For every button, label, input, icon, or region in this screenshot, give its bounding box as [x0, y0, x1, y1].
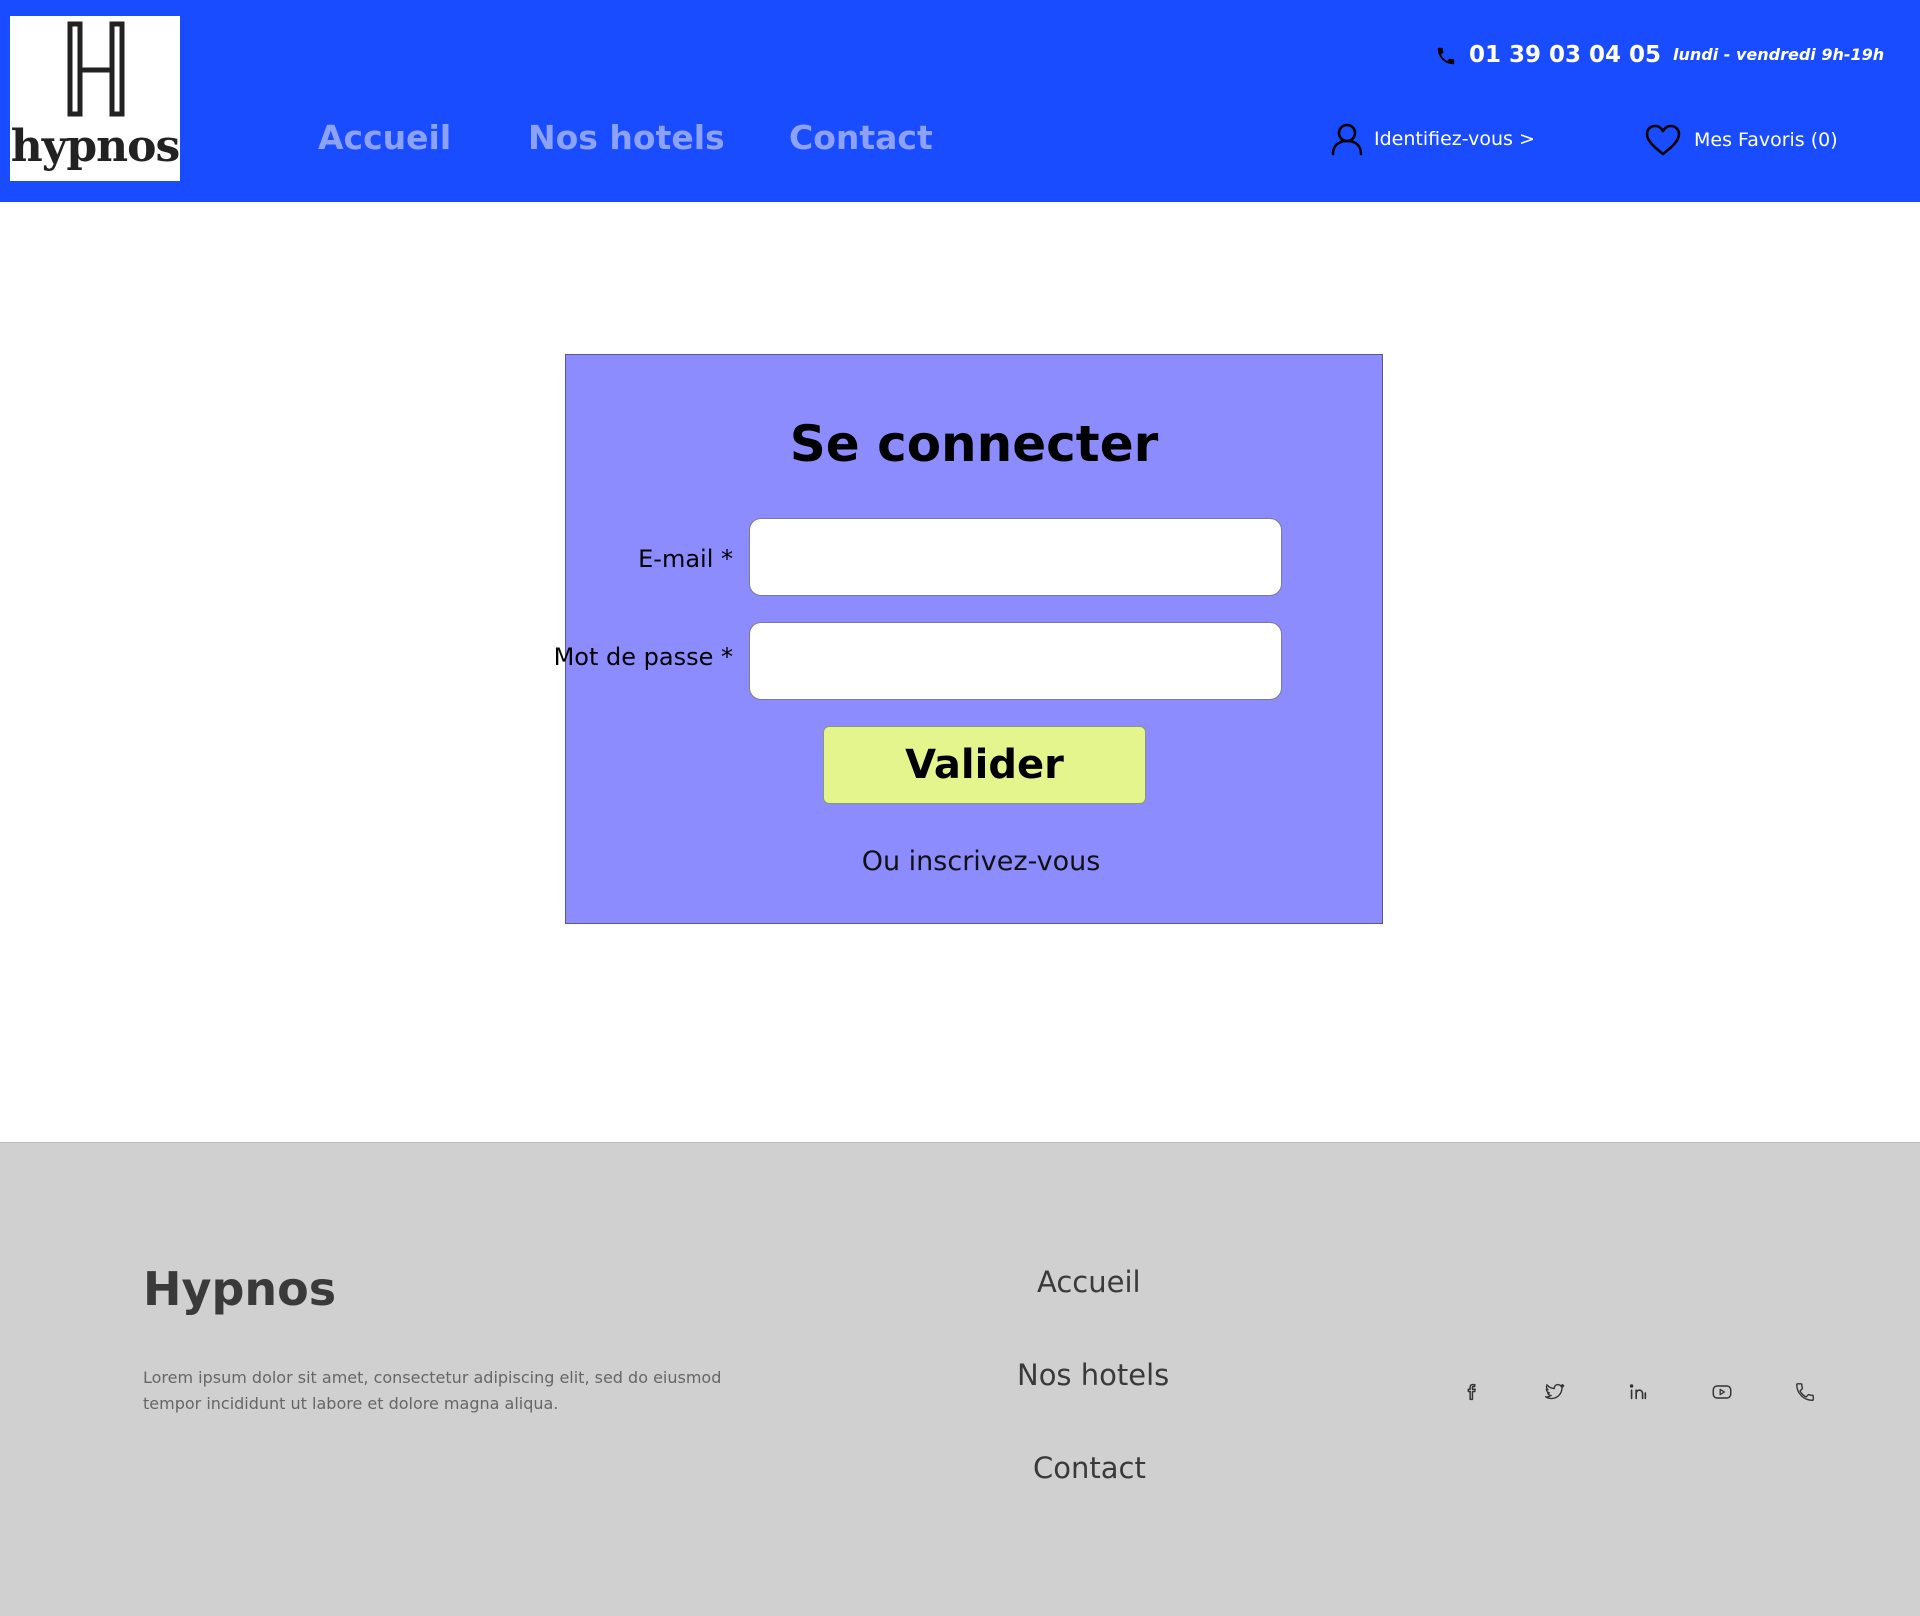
login-label: Identifiez-vous >: [1374, 127, 1535, 150]
facebook-icon[interactable]: [1461, 1381, 1483, 1403]
site-header: hypnos Accueil Nos hotels Contact 01 39 …: [0, 0, 1920, 202]
nav-accueil[interactable]: Accueil: [318, 121, 451, 154]
twitter-icon[interactable]: [1544, 1381, 1566, 1403]
phone-icon[interactable]: [1794, 1381, 1816, 1403]
phone-number: 01 39 03 04 05: [1469, 42, 1662, 68]
password-label: Mot de passe *: [553, 643, 733, 671]
email-label: E-mail *: [638, 545, 733, 573]
login-title: Se connecter: [789, 415, 1159, 473]
logo-text: hypnos: [10, 121, 180, 172]
footer-link-nos-hotels[interactable]: Nos hotels: [1017, 1361, 1169, 1390]
login-form: Se connecter E-mail * Mot de passe * Val…: [554, 354, 1383, 924]
footer-brand: Hypnos: [143, 1262, 337, 1316]
submit-button[interactable]: Valider: [823, 726, 1146, 804]
login-link[interactable]: Identifiez-vous >: [1330, 122, 1535, 156]
youtube-icon[interactable]: [1711, 1381, 1733, 1403]
opening-hours: lundi - vendredi 9h-19h: [1673, 45, 1885, 64]
header-phone[interactable]: 01 39 03 04 05: [1435, 44, 1661, 67]
password-field[interactable]: [749, 622, 1282, 700]
footer-description: Lorem ipsum dolor sit amet, consectetur …: [143, 1368, 722, 1413]
nav-contact[interactable]: Contact: [789, 121, 933, 154]
logo-h-icon: [67, 21, 125, 117]
email-field[interactable]: [749, 518, 1282, 596]
footer-link-accueil[interactable]: Accueil: [1037, 1268, 1141, 1297]
footer-link-contact[interactable]: Contact: [1033, 1454, 1146, 1483]
phone-icon: [1437, 47, 1455, 64]
logo[interactable]: hypnos: [10, 16, 180, 181]
register-link[interactable]: Ou inscrivez-vous: [566, 848, 1396, 875]
favorites-label: Mes Favoris (0): [1694, 128, 1838, 151]
nav-nos-hotels[interactable]: Nos hotels: [528, 121, 725, 154]
heart-icon: [1645, 124, 1681, 156]
user-icon: [1331, 123, 1363, 156]
site-footer: Hypnos Lorem ipsum dolor sit amet, conse…: [0, 1142, 1920, 1616]
favorites-link[interactable]: Mes Favoris (0): [1645, 124, 1838, 156]
linkedin-icon[interactable]: [1627, 1381, 1649, 1403]
